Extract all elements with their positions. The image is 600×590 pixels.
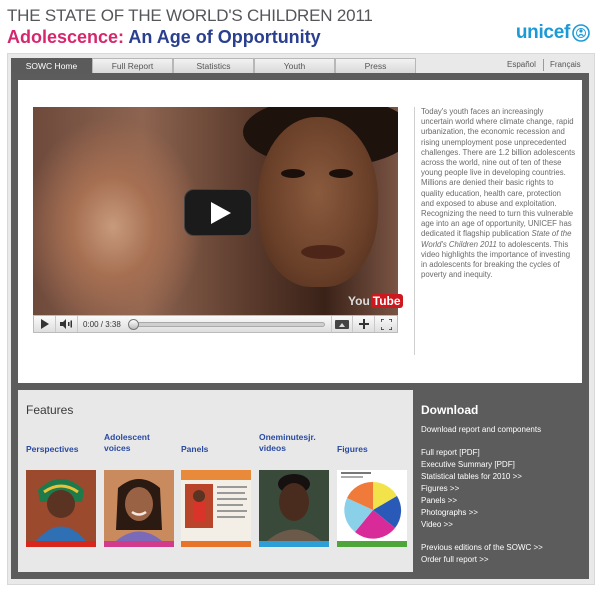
video-play-button[interactable]: [184, 189, 252, 236]
download-link-figures[interactable]: Figures >>: [421, 484, 459, 493]
feature-link-figures[interactable]: Figures: [337, 444, 368, 455]
tab-press[interactable]: Press: [335, 58, 416, 73]
video-frame-eye: [329, 169, 353, 178]
download-link-order-full-report[interactable]: Order full report >>: [421, 555, 489, 564]
feature-link-panels[interactable]: Panels: [181, 444, 208, 455]
language-spanish-link[interactable]: Español: [507, 60, 536, 69]
download-link-statistical-tables[interactable]: Statistical tables for 2010 >>: [421, 472, 522, 481]
language-separator: [543, 59, 544, 71]
tab-youth[interactable]: Youth: [254, 58, 335, 73]
perspectives-color-bar: [26, 541, 96, 547]
tab-sowc-home[interactable]: SOWC Home: [11, 58, 92, 73]
video-frame-face: [258, 117, 378, 287]
youtube-logo-you: You: [348, 294, 370, 308]
features-title: Features: [26, 403, 74, 417]
download-link-full-report[interactable]: Full report [PDF]: [421, 448, 480, 457]
fullscreen-button[interactable]: [375, 316, 397, 332]
volume-icon: [60, 319, 72, 329]
video-progress-bar[interactable]: [127, 318, 325, 330]
oneminutesjr-videos-thumbnail[interactable]: [259, 470, 329, 547]
unicef-emblem-icon: [572, 24, 590, 42]
video-description: Today's youth faces an increasingly unce…: [414, 107, 576, 355]
download-link-panels[interactable]: Panels >>: [421, 496, 457, 505]
figures-pie-chart-icon: [337, 470, 407, 541]
unicef-logo[interactable]: unicef: [516, 22, 590, 44]
plus-icon: [358, 319, 369, 329]
main-tabs: SOWC Home Full Report Statistics Youth P…: [11, 58, 416, 73]
adolescent-voices-thumbnail[interactable]: [104, 470, 174, 547]
download-link-previous-editions[interactable]: Previous editions of the SOWC >>: [421, 543, 543, 552]
figures-color-bar: [337, 541, 407, 547]
download-link-executive-summary[interactable]: Executive Summary [PDF]: [421, 460, 515, 469]
panels-color-bar: [181, 541, 251, 547]
video-controls: 0:00 / 3:38: [33, 315, 398, 333]
description-text: Today's youth faces an increasingly unce…: [421, 107, 576, 239]
youtube-logo-tube: Tube: [370, 294, 403, 308]
page-title: THE STATE OF THE WORLD'S CHILDREN 2011: [7, 6, 373, 25]
panels-booklet-icon: [181, 470, 251, 541]
boy-portrait-icon: [259, 470, 329, 541]
video-frame-lips: [301, 245, 345, 259]
feature-link-perspectives[interactable]: Perspectives: [26, 444, 78, 455]
youtube-logo[interactable]: You Tube: [348, 294, 403, 308]
oneminutesjr-videos-color-bar: [259, 541, 329, 547]
video-time: 0:00 / 3:38: [83, 319, 121, 329]
control-play-button[interactable]: [34, 316, 56, 332]
fullscreen-icon: [380, 318, 392, 330]
language-french-link[interactable]: Français: [550, 60, 581, 69]
download-link-photographs[interactable]: Photographs >>: [421, 508, 478, 517]
woman-portrait-icon: [26, 470, 96, 541]
adolescent-voices-color-bar: [104, 541, 174, 547]
figures-thumbnail[interactable]: [337, 470, 407, 547]
download-subtitle: Download report and components: [421, 425, 542, 434]
tab-statistics[interactable]: Statistics: [173, 58, 254, 73]
video-frame-eye: [281, 169, 305, 178]
page-subtitle: Adolescence: An Age of Opportunity: [7, 27, 321, 48]
unicef-logo-text: unicef: [515, 22, 570, 43]
panels-thumbnail[interactable]: [181, 470, 251, 547]
download-link-video[interactable]: Video >>: [421, 520, 453, 529]
volume-button[interactable]: [56, 316, 78, 332]
popout-icon: [335, 319, 349, 329]
play-icon: [40, 319, 49, 329]
zoom-button[interactable]: [353, 316, 375, 332]
download-title: Download: [421, 403, 479, 417]
subtitle-rest: An Age of Opportunity: [124, 27, 321, 47]
girl-portrait-icon: [104, 470, 174, 541]
video-progress-knob[interactable]: [127, 318, 139, 330]
feature-link-adolescent-voices[interactable]: Adolescent voices: [104, 432, 169, 454]
popout-button[interactable]: [331, 316, 353, 332]
play-icon: [210, 201, 231, 224]
feature-link-oneminutesjr-videos[interactable]: Oneminutesjr. videos: [259, 432, 331, 454]
tab-full-report[interactable]: Full Report: [92, 58, 173, 73]
perspectives-thumbnail[interactable]: [26, 470, 96, 547]
subtitle-highlight: Adolescence:: [7, 27, 125, 47]
